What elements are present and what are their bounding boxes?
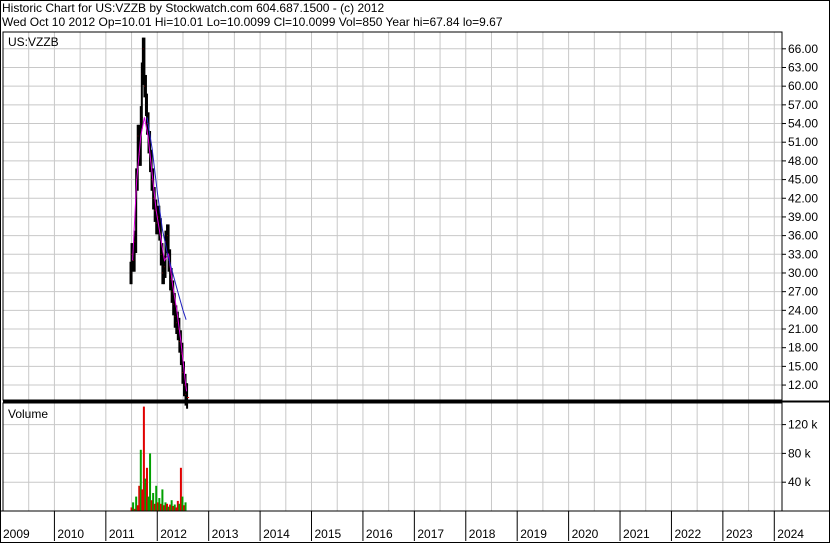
x-tick-label: 2012 — [160, 527, 187, 541]
volume-grid — [3, 403, 782, 511]
price-y-tick-label: 30.00 — [788, 266, 818, 280]
price-marks — [129, 37, 190, 409]
price-y-tick-label: 27.00 — [788, 285, 818, 299]
volume-bar — [184, 502, 187, 511]
x-tick-label: 2010 — [57, 527, 84, 541]
x-tick-label: 2017 — [417, 527, 444, 541]
price-symbol-label: US:VZZB — [8, 35, 59, 49]
price-y-tick-label: 63.00 — [788, 60, 818, 74]
volume-panel-frame — [2, 402, 783, 512]
x-tick-label: 2015 — [315, 527, 342, 541]
price-y-tick-label: 48.00 — [788, 154, 818, 168]
x-tick-label: 2016 — [366, 527, 393, 541]
price-y-tick-label: 18.00 — [788, 341, 818, 355]
x-tick-label: 2018 — [469, 527, 496, 541]
volume-y-tick-label: 40 k — [788, 475, 812, 489]
x-tick-label: 2014 — [263, 527, 290, 541]
price-y-tick-label: 12.00 — [788, 378, 818, 392]
x-tick-label: 2011 — [109, 527, 135, 541]
volume-marks — [130, 406, 187, 511]
outer-border — [0, 0, 830, 543]
price-y-tick-label: 60.00 — [788, 79, 818, 93]
x-tick-label: 2024 — [777, 527, 804, 541]
stock-chart: 2009 2010 2011 2012 2013 2014 2015 2016 2017 2018… — [0, 0, 830, 543]
price-y-tick-label: 42.00 — [788, 191, 818, 205]
price-y-tick-label: 33.00 — [788, 247, 818, 261]
price-y-tick-label: 54.00 — [788, 117, 818, 131]
price-y-tick-label: 45.00 — [788, 173, 818, 187]
x-tick-label: 2020 — [572, 527, 599, 541]
price-panel-frame — [2, 31, 783, 401]
volume-y-tick-label: 80 k — [788, 446, 812, 460]
price-y-tick-label: 51.00 — [788, 135, 818, 149]
price-y-tick-label: 57.00 — [788, 98, 818, 112]
price-y-tick-label: 21.00 — [788, 322, 818, 336]
price-y-tick-label: 24.00 — [788, 303, 818, 317]
moving-average-long — [146, 117, 187, 320]
price-y-tick-label: 15.00 — [788, 359, 818, 373]
price-grid — [3, 32, 782, 400]
x-tick-label: 2009 — [3, 527, 30, 541]
price-y-tick-label: 66.00 — [788, 42, 818, 56]
volume-panel-label: Volume — [8, 407, 48, 421]
x-tick-label: 2022 — [674, 527, 701, 541]
x-tick-label: 2019 — [520, 527, 547, 541]
price-y-tick-label: 36.00 — [788, 229, 818, 243]
volume-y-tick-label: 120 k — [788, 418, 818, 432]
x-tick-label: 2021 — [623, 527, 650, 541]
x-tick-label: 2023 — [726, 527, 753, 541]
x-tick-label: 2013 — [212, 527, 239, 541]
price-y-tick-label: 39.00 — [788, 210, 818, 224]
